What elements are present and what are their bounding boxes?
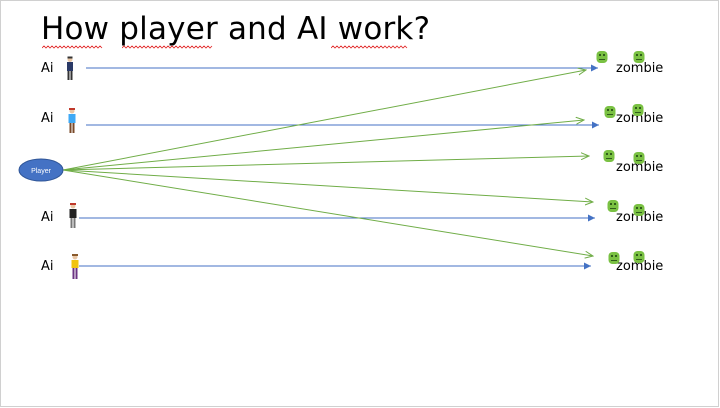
zombie-icon [633, 152, 645, 164]
player-label: Player [31, 168, 52, 175]
player-arrow-2 [62, 120, 584, 171]
zombie-icon [633, 251, 645, 263]
zombie-icon [608, 252, 620, 264]
zombie-icon [632, 104, 644, 116]
person-icon [67, 56, 73, 80]
diagram-canvas: Player [18, 51, 645, 279]
zombie-icon [596, 51, 608, 63]
player-node: Player [18, 158, 64, 182]
slide: How player and AI work? Ai Ai Ai Ai zomb… [0, 0, 719, 407]
person-icon [69, 203, 77, 228]
player-arrow-3 [62, 156, 589, 171]
zombie-icon [604, 106, 616, 118]
zombie-icon [633, 204, 645, 216]
person-icon [68, 108, 76, 133]
person-icon [71, 254, 79, 279]
player-arrow-5 [62, 169, 593, 256]
zombie-icon [607, 200, 619, 212]
zombie-icon [633, 51, 645, 63]
zombie-icon [603, 150, 615, 162]
player-arrow-4 [62, 169, 593, 202]
player-arrow-1 [62, 70, 586, 171]
